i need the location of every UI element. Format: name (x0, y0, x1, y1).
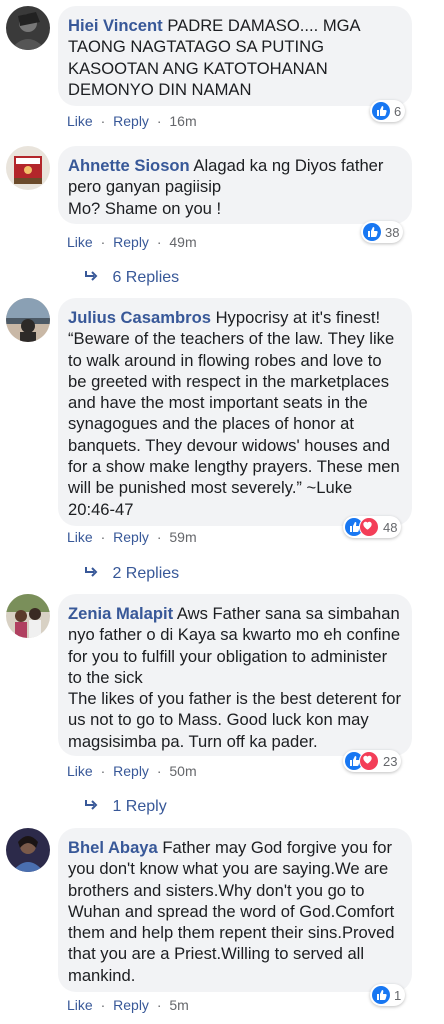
reply-link[interactable]: Reply (113, 997, 149, 1013)
reaction-summary[interactable]: 48 (343, 516, 402, 538)
comment-actions: Like · Reply · 5m (67, 997, 189, 1013)
comment-actions: Like · Reply · 50m (67, 763, 197, 779)
thumbs-up-icon (372, 986, 390, 1004)
avatar[interactable] (6, 298, 50, 342)
comment-time[interactable]: 50m (169, 763, 196, 779)
comment-author[interactable]: Julius Casambros (68, 308, 211, 327)
avatar[interactable] (6, 146, 50, 190)
view-replies-link[interactable]: 2 Replies (84, 565, 179, 583)
separator: · (156, 113, 162, 129)
comment-author[interactable]: Ahnette Sioson (68, 156, 190, 175)
comment-bubble: Bhel Abaya Father may God forgive you fo… (58, 828, 412, 992)
reply-arrow-icon (84, 798, 98, 816)
reaction-summary[interactable]: 38 (361, 221, 404, 243)
thumbs-up-icon (372, 102, 390, 120)
comment-actions: Like · Reply · 49m (67, 234, 197, 250)
like-link[interactable]: Like (67, 997, 93, 1013)
replies-count[interactable]: 2 Replies (112, 565, 179, 582)
reply-arrow-icon (84, 269, 98, 287)
separator: · (156, 997, 162, 1013)
comment-bubble: Julius Casambros Hypocrisy at it's fines… (58, 298, 412, 526)
reaction-count: 38 (385, 224, 400, 240)
comment-bubble: Ahnette Sioson Alagad ka ng Diyos father… (58, 146, 412, 224)
view-replies-link[interactable]: 1 Reply (84, 798, 167, 816)
thumbs-up-icon (363, 223, 381, 241)
comment-text: Father may God forgive you for you don't… (68, 838, 395, 985)
view-replies-link[interactable]: 6 Replies (84, 269, 179, 287)
separator: · (100, 529, 106, 545)
comment-author[interactable]: Hiei Vincent (68, 16, 163, 35)
reply-link[interactable]: Reply (113, 234, 149, 250)
avatar[interactable] (6, 828, 50, 872)
separator: · (100, 997, 106, 1013)
separator: · (156, 234, 162, 250)
comment-text: Aws Father sana sa simbahan nyo father o… (68, 604, 401, 751)
reaction-summary[interactable]: 6 (370, 100, 406, 122)
heart-icon (359, 751, 379, 771)
comment-bubble: Zenia Malapit Aws Father sana sa simbaha… (58, 594, 412, 756)
separator: · (100, 234, 106, 250)
reaction-count: 48 (383, 519, 398, 535)
avatar[interactable] (6, 6, 50, 50)
like-link[interactable]: Like (67, 529, 93, 545)
comment-actions: Like · Reply · 59m (67, 529, 197, 545)
comment-text: Hypocrisy at it's finest! “Beware of the… (68, 308, 400, 519)
heart-icon (359, 517, 379, 537)
reply-link[interactable]: Reply (113, 529, 149, 545)
like-link[interactable]: Like (67, 234, 93, 250)
separator: · (156, 529, 162, 545)
comment-time[interactable]: 59m (169, 529, 196, 545)
comment-author[interactable]: Bhel Abaya (68, 838, 158, 857)
comment-time[interactable]: 16m (169, 113, 196, 129)
reaction-summary[interactable]: 1 (370, 984, 406, 1006)
separator: · (100, 763, 106, 779)
comment-time[interactable]: 49m (169, 234, 196, 250)
comment-bubble: Hiei Vincent PADRE DAMASO.... MGA TAONG … (58, 6, 412, 106)
replies-count[interactable]: 1 Reply (112, 798, 166, 815)
comment-time[interactable]: 5m (169, 997, 188, 1013)
avatar[interactable] (6, 594, 50, 638)
comment-author[interactable]: Zenia Malapit (68, 604, 173, 623)
reply-arrow-icon (84, 565, 98, 583)
separator: · (100, 113, 106, 129)
like-link[interactable]: Like (67, 763, 93, 779)
like-link[interactable]: Like (67, 113, 93, 129)
reply-link[interactable]: Reply (113, 113, 149, 129)
reaction-count: 6 (394, 103, 402, 119)
replies-count[interactable]: 6 Replies (112, 269, 179, 286)
reaction-count: 23 (383, 753, 398, 769)
reaction-summary[interactable]: 23 (343, 750, 402, 772)
reply-link[interactable]: Reply (113, 763, 149, 779)
separator: · (156, 763, 162, 779)
reaction-count: 1 (394, 987, 402, 1003)
comment-actions: Like · Reply · 16m (67, 113, 197, 129)
